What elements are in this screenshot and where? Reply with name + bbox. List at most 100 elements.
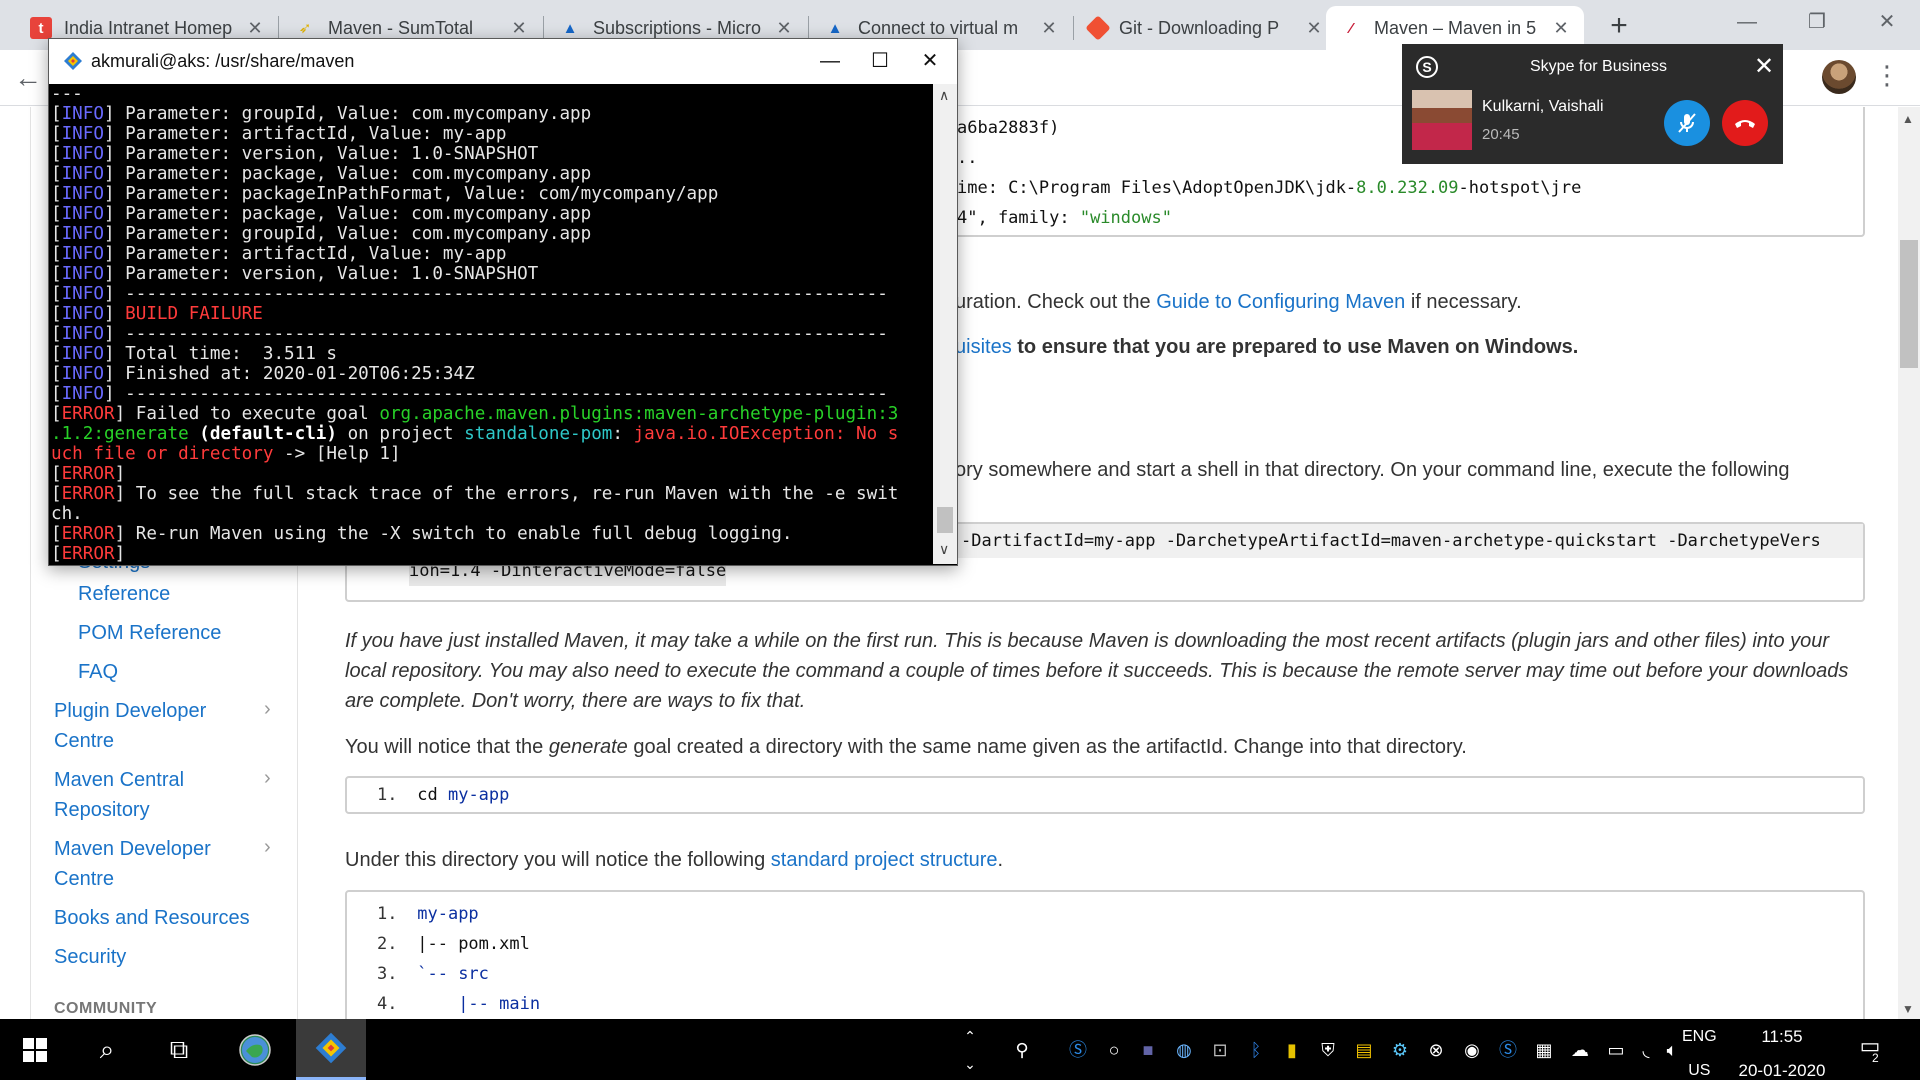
tab-close-icon[interactable]: ✕: [773, 18, 795, 39]
terminal-text: INFO: [61, 204, 104, 224]
sidebar-item-books-and-resources[interactable]: Books and Resources: [54, 903, 250, 933]
code-text: my-app: [417, 904, 479, 924]
code-line: 4", family: "windows": [957, 203, 1172, 233]
page-scrollbar-thumb[interactable]: [1900, 240, 1918, 368]
system-clock[interactable]: 11:55 20-01-2020: [1730, 1025, 1834, 1080]
people-icon[interactable]: ⚲: [1010, 1039, 1034, 1061]
tab-separator: [1073, 16, 1074, 40]
sidebar-item-faq[interactable]: FAQ: [78, 657, 118, 687]
scroll-up-arrow-icon[interactable]: ∧: [939, 87, 949, 104]
chevron-right-icon[interactable]: ›: [264, 836, 271, 859]
end-call-button[interactable]: [1722, 100, 1768, 146]
azure-icon: ▲: [562, 19, 578, 37]
terminal-line: [INFO] Parameter: packageInPathFormat, V…: [51, 184, 933, 204]
bluetooth-icon[interactable]: ᛒ: [1244, 1039, 1268, 1061]
terminal-text: ] Finished at: 2020-01-20T06:25:34Z: [103, 364, 475, 384]
start-button[interactable]: [0, 1019, 70, 1080]
network-adapter-icon[interactable]: ▦: [1532, 1039, 1556, 1061]
input-language-indicator[interactable]: ENG US: [1682, 1025, 1717, 1080]
no-access-icon[interactable]: ⊗: [1424, 1039, 1448, 1061]
chevron-right-icon[interactable]: ›: [264, 698, 271, 721]
code-line: -DartifactId=my-app -DarchetypeArtifactI…: [961, 531, 1821, 551]
terminal-text: INFO: [61, 284, 104, 304]
terminal-taskbar-icon[interactable]: [296, 1019, 366, 1080]
lock-icon[interactable]: ⊡: [1208, 1039, 1232, 1061]
sidebar-item-security[interactable]: Security: [54, 942, 126, 972]
clock-time: 11:55: [1761, 1027, 1803, 1046]
skype-call-popup[interactable]: S Skype for Business ✕ Kulkarni, Vaishal…: [1402, 44, 1783, 164]
terminal-app-icon: [64, 52, 82, 70]
new-tab-button[interactable]: +: [1602, 10, 1636, 44]
terminal-window[interactable]: akmurali@aks: /usr/share/maven — ☐ ✕ ---…: [48, 38, 958, 566]
back-arrow-icon[interactable]: ←: [14, 62, 42, 94]
terminal-maximize-button[interactable]: ☐: [855, 45, 905, 77]
gear-icon[interactable]: ⚙: [1388, 1039, 1412, 1061]
chrome-taskbar-icon[interactable]: [220, 1019, 290, 1080]
restore-button[interactable]: ❐: [1782, 0, 1852, 44]
more-menu-icon[interactable]: ⋮: [1874, 60, 1900, 90]
terminal-titlebar[interactable]: akmurali@aks: /usr/share/maven — ☐ ✕: [49, 39, 957, 84]
windows-taskbar: ⌕ ⧉ ⌃ ⌄ ⚲ Ⓢ ○ ■ ◍ ⊡ ᛒ ▮ ⛨ ▤ ⚙ ⊗ ◉ Ⓢ ▦ ☁ …: [0, 1019, 1920, 1080]
tab-close-icon[interactable]: ✕: [1038, 18, 1060, 39]
sidebar-item-pom-reference[interactable]: POM Reference: [78, 618, 221, 648]
code-line: ..: [957, 148, 978, 168]
terminal-line: [INFO] Total time: 3.511 s: [51, 344, 933, 364]
terminal-text: ] Parameter: version, Value: 1.0-SNAPSHO…: [103, 144, 539, 164]
terminal-scrollbar-thumb[interactable]: [937, 507, 953, 533]
sidebar-item-label: Centre: [54, 730, 115, 752]
sidebar-item-reference[interactable]: Reference: [78, 579, 170, 609]
onedrive-icon[interactable]: ☁: [1568, 1039, 1592, 1061]
terminal-text: ERROR: [61, 464, 115, 484]
tab-close-icon[interactable]: ✕: [508, 18, 530, 39]
terminal-text: ERROR: [61, 544, 115, 564]
globe-icon[interactable]: ◍: [1172, 1039, 1196, 1061]
wifi-icon[interactable]: ◟: [1634, 1039, 1658, 1061]
folder-icon[interactable]: ▤: [1352, 1039, 1376, 1061]
battery-icon[interactable]: ▭: [1604, 1039, 1628, 1061]
teams-icon[interactable]: ■: [1136, 1039, 1160, 1061]
terminal-scrollbar[interactable]: [933, 84, 957, 564]
intranet-favicon-icon: t: [30, 17, 52, 39]
scroll-down-arrow-icon[interactable]: ∨: [939, 541, 949, 558]
paragraph-text: Under this directory you will notice the…: [345, 849, 771, 871]
notification-center-icon[interactable]: ▭: [1855, 1033, 1885, 1063]
chevron-up-icon[interactable]: ⌃: [958, 1025, 982, 1047]
terminal-text: INFO: [61, 384, 104, 404]
terminal-close-button[interactable]: ✕: [905, 45, 955, 77]
code-text: |-- main: [417, 994, 541, 1014]
terminal-text: ] Failed to execute goal: [114, 404, 380, 424]
volume-icon[interactable]: 🔈︎: [1660, 1039, 1684, 1061]
tab-close-icon[interactable]: ✕: [1550, 18, 1572, 39]
search-icon[interactable]: ⌕: [72, 1019, 142, 1080]
guide-configuring-maven-link[interactable]: Guide to Configuring Maven: [1156, 291, 1405, 313]
scroll-down-arrow-icon[interactable]: ▼: [1902, 1002, 1914, 1016]
mute-microphone-button[interactable]: [1664, 100, 1710, 146]
tab-git-downloading[interactable]: Git - Downloading P ✕: [1075, 6, 1337, 50]
cortana-icon[interactable]: ○: [1102, 1039, 1126, 1061]
standard-project-structure-link[interactable]: standard project structure: [771, 849, 998, 871]
chevron-right-icon[interactable]: ›: [264, 767, 271, 790]
terminal-output[interactable]: --- [INFO] Parameter: groupId, Value: com…: [51, 84, 933, 564]
terminal-text: INFO: [61, 104, 104, 124]
skype-tray-icon[interactable]: Ⓢ: [1066, 1039, 1090, 1061]
terminal-text: INFO: [61, 124, 104, 144]
shield-icon[interactable]: ▮: [1280, 1039, 1304, 1061]
tab-label: Maven – Maven in 5: [1374, 17, 1537, 38]
profile-avatar[interactable]: [1822, 60, 1856, 94]
code-block-directory-tree: 1. my-app 2. |-- pom.xml 3. `-- src 4. |…: [345, 890, 1865, 1019]
chevron-down-icon[interactable]: ⌄: [958, 1053, 982, 1075]
skype-close-icon[interactable]: ✕: [1754, 52, 1774, 81]
security-center-icon[interactable]: ⛨: [1316, 1039, 1340, 1061]
task-view-icon[interactable]: ⧉: [144, 1019, 214, 1080]
prerequisites-link[interactable]: uisites: [955, 336, 1012, 358]
skype-business-icon[interactable]: Ⓢ: [1496, 1039, 1520, 1061]
minimize-button[interactable]: —: [1712, 0, 1782, 44]
close-window-button[interactable]: ✕: [1852, 0, 1920, 44]
terminal-text: ] Parameter: artifactId, Value: my-app: [103, 244, 507, 264]
tab-close-icon[interactable]: ✕: [244, 18, 266, 39]
scroll-up-arrow-icon[interactable]: ▲: [1902, 112, 1914, 126]
terminal-minimize-button[interactable]: —: [805, 45, 855, 77]
tab-label: Maven - SumTotal: [328, 17, 474, 38]
sync-icon[interactable]: ◉: [1460, 1039, 1484, 1061]
tab-close-icon[interactable]: ✕: [1303, 18, 1325, 39]
